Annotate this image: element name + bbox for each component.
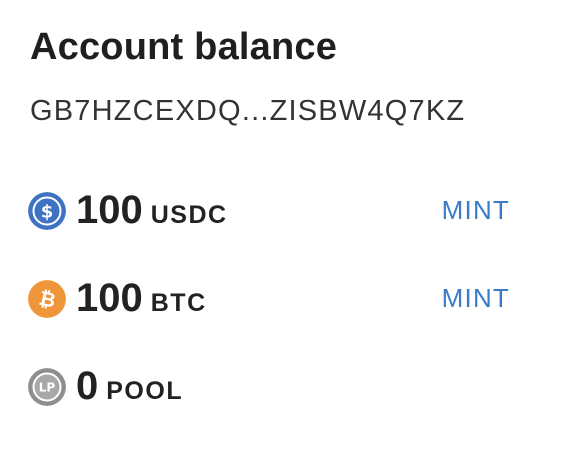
svg-text:$: $ xyxy=(41,202,54,223)
amount-value: 0 xyxy=(76,364,99,408)
page-title: Account balance xyxy=(30,26,338,68)
token-symbol: BTC xyxy=(150,289,207,317)
token-symbol: POOL xyxy=(106,377,184,405)
usdc-icon: $ xyxy=(28,192,66,230)
account-balance-card: Account balance GB7HZCEXDQ...ZISBW4Q7KZ … xyxy=(0,0,578,452)
bitcoin-icon: ₿ xyxy=(28,280,66,318)
balance-row-pool: LP 0 POOL xyxy=(28,360,518,412)
balance-row-btc: ₿ 100 BTC MINT xyxy=(28,272,518,324)
account-address: GB7HZCEXDQ...ZISBW4Q7KZ xyxy=(30,95,466,127)
mint-btc-button[interactable]: MINT xyxy=(442,282,510,314)
balance-row-usdc: $ 100 USDC MINT xyxy=(28,184,518,236)
balance-amount-pool: 0 POOL xyxy=(76,362,183,415)
lp-token-icon: LP xyxy=(28,368,66,406)
balance-amount-usdc: 100 USDC xyxy=(76,186,228,239)
amount-value: 100 xyxy=(76,188,143,232)
mint-usdc-button[interactable]: MINT xyxy=(442,194,510,226)
balance-amount-btc: 100 BTC xyxy=(76,274,207,327)
svg-text:LP: LP xyxy=(39,381,56,395)
amount-value: 100 xyxy=(76,276,143,320)
token-symbol: USDC xyxy=(150,201,228,229)
